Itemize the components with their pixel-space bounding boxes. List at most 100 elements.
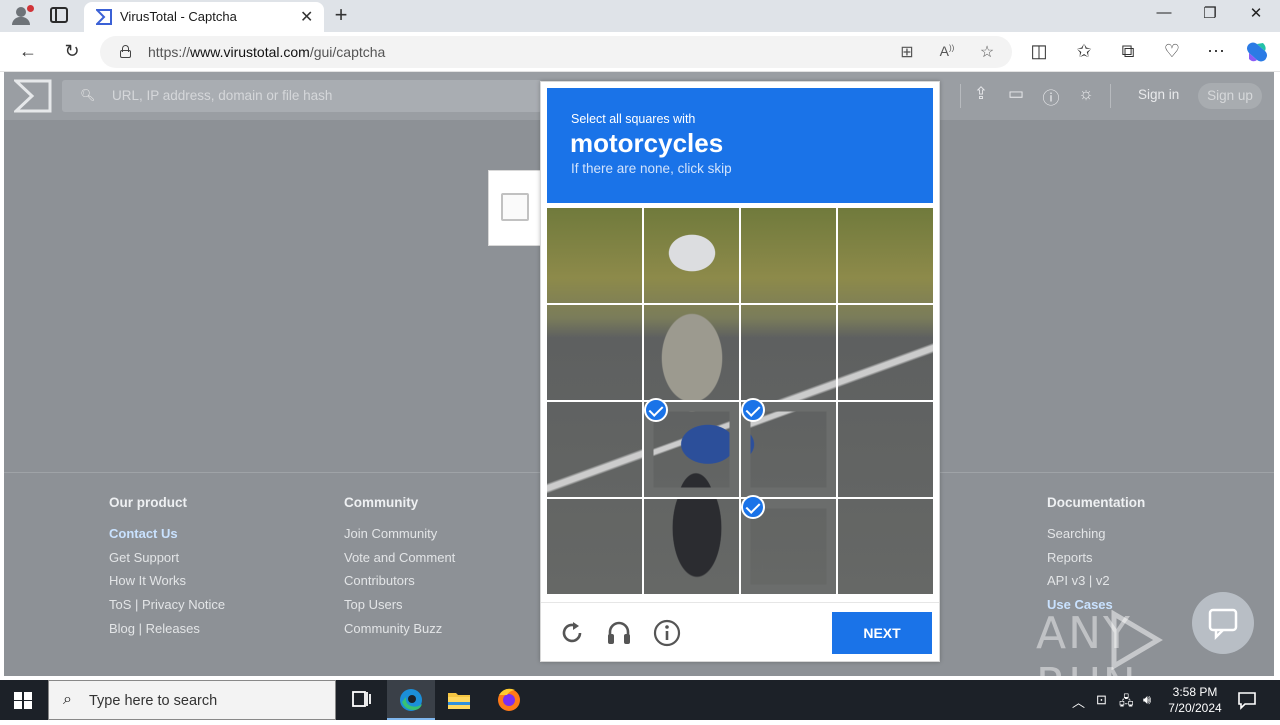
tile-selected-check-icon [741,495,765,519]
image-tile[interactable] [547,305,642,400]
tile-selected-check-icon [741,398,765,422]
captcha-challenge-dialog: Select all squares with motorcycles If t… [540,81,940,662]
browser-essentials-icon[interactable]: ♡ [1160,40,1184,62]
audio-challenge-icon[interactable] [605,619,633,647]
image-tile[interactable] [741,305,836,400]
lock-icon[interactable] [120,45,131,58]
meet-now-icon[interactable]: ⊡ [1096,692,1107,708]
upload-icon[interactable]: ⇪ [969,84,993,104]
footer-link-searching[interactable]: Searching [1047,526,1145,550]
active-tab[interactable]: VirusTotal - Captcha ✕ [84,2,324,32]
info-icon[interactable] [653,619,681,647]
challenge-prompt: Select all squares with motorcycles If t… [547,88,933,203]
read-aloud-icon[interactable]: A)) [937,43,957,59]
tile-image [644,499,739,594]
signin-link[interactable]: Sign in [1138,87,1179,102]
header-divider [960,84,961,108]
image-tile[interactable] [644,305,739,400]
image-tile[interactable] [741,208,836,303]
tab-strip: VirusTotal - Captcha ✕ + — ❐ ✕ [0,0,1280,32]
tab-actions-icon[interactable] [50,7,68,23]
volume-icon[interactable]: 🔊︎ [1143,692,1151,708]
theme-toggle-icon[interactable]: ☼ [1074,84,1098,104]
url-text[interactable]: https://www.virustotal.com/gui/captcha [148,44,385,60]
footer-heading: Documentation [1047,495,1146,510]
address-bar[interactable]: https://www.virustotal.com/gui/captcha ⊞… [100,36,1012,68]
footer-link-support[interactable]: Get Support [109,550,225,574]
virustotal-logo-icon[interactable] [14,79,52,113]
network-icon[interactable]: 🖧︎ [1119,692,1134,714]
edge-taskbar-icon[interactable] [387,680,435,720]
more-menu-icon[interactable]: ⋯ [1204,40,1228,62]
image-tile[interactable] [838,305,933,400]
footer-link-contact[interactable]: Contact Us [109,526,225,550]
task-view-icon[interactable] [337,680,385,720]
captcha-checkbox[interactable] [501,193,529,221]
footer-column-community: Community Join Community Vote and Commen… [344,495,455,644]
new-tab-icon[interactable]: + [331,2,351,28]
file-explorer-icon[interactable] [435,680,483,720]
footer-link-top-users[interactable]: Top Users [344,597,455,621]
image-tile[interactable] [547,402,642,497]
taskbar-search-input[interactable]: ⌕ Type here to search [48,680,336,720]
prompt-hint: If there are none, click skip [571,161,732,176]
minimize-button[interactable]: — [1141,4,1187,21]
footer-column-product: Our product Contact Us Get Support How I… [109,495,225,644]
notification-center-icon[interactable] [1237,690,1257,710]
favorite-star-icon[interactable]: ☆ [977,42,997,62]
taskbar-clock[interactable]: 3:58 PM 7/20/2024 [1160,684,1230,716]
collections-icon[interactable]: ⧉ [1116,40,1140,62]
tile-image [547,208,642,303]
image-tile[interactable] [547,499,642,594]
tile-image [644,208,739,303]
clock-date: 7/20/2024 [1168,701,1222,715]
signup-button[interactable]: Sign up [1198,83,1262,109]
refresh-challenge-icon[interactable] [558,619,586,647]
firefox-icon[interactable] [485,680,533,720]
footer-link-api[interactable]: API v3 | v2 [1047,573,1145,597]
image-grid [547,208,935,596]
profile-icon[interactable] [10,5,34,27]
footer-link-tos[interactable]: ToS | Privacy Notice [109,597,225,621]
anyrun-play-icon [1111,610,1163,670]
next-button[interactable]: NEXT [832,612,932,654]
image-tile[interactable] [644,499,739,594]
image-tile[interactable] [838,499,933,594]
copilot-icon[interactable] [1245,41,1269,63]
footer-link-join[interactable]: Join Community [344,526,455,550]
footer-link-contributors[interactable]: Contributors [344,573,455,597]
vt-search-input[interactable]: 🔍︎ URL, IP address, domain or file hash [62,80,542,112]
back-arrow-icon[interactable]: ← [16,40,40,62]
footer-column-docs: Documentation Searching Reports API v3 |… [1047,495,1145,621]
windows-start-icon[interactable] [14,692,32,709]
image-tile[interactable] [644,208,739,303]
notifications-icon[interactable]: ▭ [1004,84,1028,104]
footer-link-reports[interactable]: Reports [1047,550,1145,574]
maximize-button[interactable]: ❐ [1187,4,1233,22]
favorites-icon[interactable]: ✩ [1072,40,1096,62]
tab-close-icon[interactable]: ✕ [300,7,313,27]
apps-icon[interactable]: ⊞ [897,42,917,62]
virustotal-favicon-icon [96,9,112,25]
image-tile[interactable] [838,402,933,497]
clock-time: 3:58 PM [1172,685,1218,699]
tile-image [547,402,642,497]
tile-image [644,305,739,400]
footer-link-how-it-works[interactable]: How It Works [109,573,225,597]
show-hidden-icons-icon[interactable]: ︿ [1072,692,1085,711]
tile-image [750,411,827,488]
tile-image [838,208,933,303]
footer-heading: Our product [109,495,187,510]
footer-link-buzz[interactable]: Community Buzz [344,621,455,645]
split-screen-icon[interactable]: ◫ [1027,40,1051,62]
footer-link-vote[interactable]: Vote and Comment [344,550,455,574]
image-tile[interactable] [547,208,642,303]
help-icon[interactable]: ⓘ [1039,84,1063,109]
header-divider [1110,84,1111,108]
image-tile[interactable] [838,208,933,303]
close-window-button[interactable]: ✕ [1233,4,1279,22]
footer-link-blog[interactable]: Blog | Releases [109,621,225,645]
refresh-icon[interactable]: ↻ [60,40,84,62]
tile-image [741,208,836,303]
tile-image [838,402,933,497]
